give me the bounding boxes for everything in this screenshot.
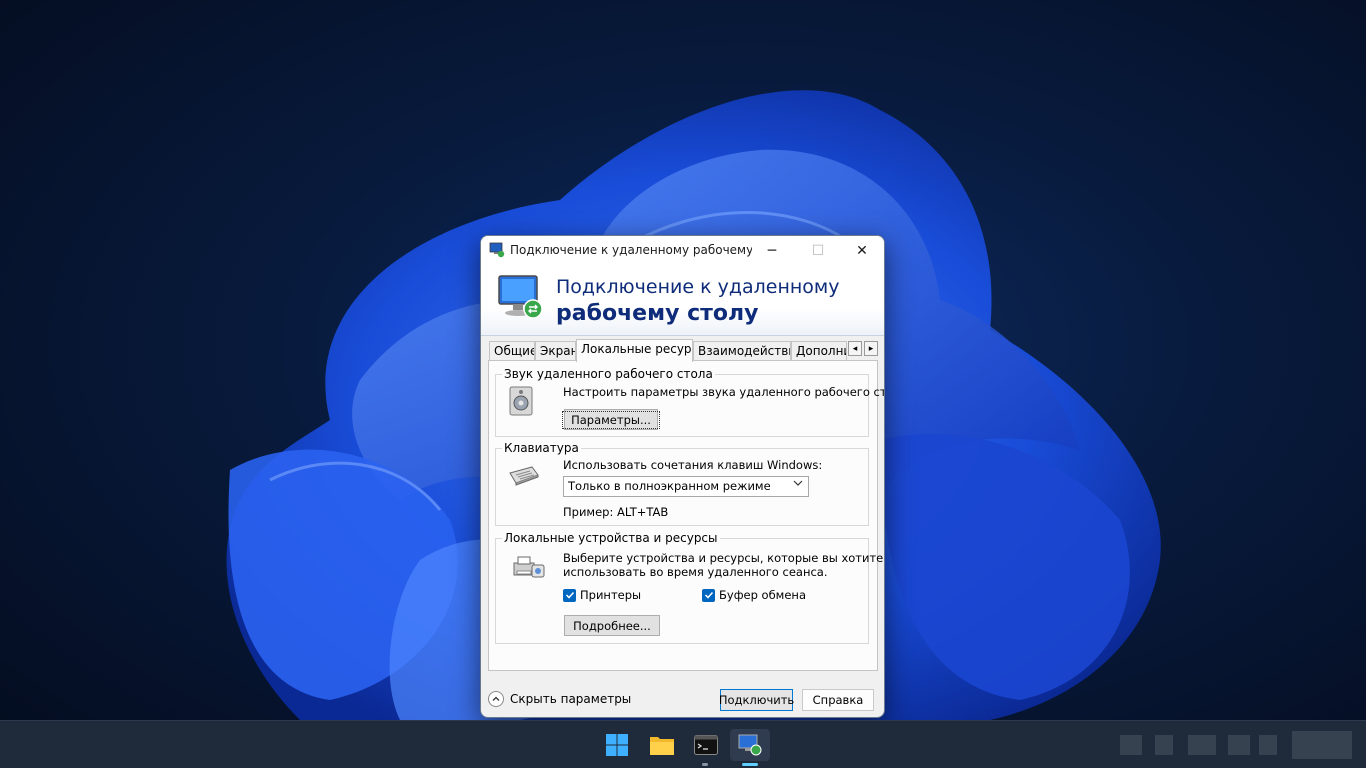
hide-options-toggle[interactable]: Скрыть параметры [488,691,631,707]
windows-start-icon[interactable] [597,729,637,761]
tab-scroll-left-button[interactable]: ◂ [848,341,862,356]
tray-icon[interactable] [1155,735,1173,755]
tab-scroll-right-button[interactable]: ▸ [864,341,878,356]
header-banner: Подключение к удаленному рабочему столу [481,266,884,336]
tab-advanced[interactable]: Дополнительно [791,341,847,361]
local-devices-description-line1: Выберите устройства и ресурсы, которые в… [563,551,884,565]
speaker-icon [506,385,538,420]
taskbar [0,720,1366,768]
local-devices-group: Локальные устройства и ресурсы Выберите … [495,531,883,644]
audio-description: Настроить параметры звука удаленного раб… [563,385,885,399]
tab-experience[interactable]: Взаимодействие [693,341,791,361]
local-devices-group-legend: Локальные устройства и ресурсы [502,531,720,545]
title-bar[interactable]: Подключение к удаленному рабочему сто...… [481,236,884,266]
keyboard-icon [508,465,540,490]
minimize-button[interactable]: ─ [749,236,795,266]
banner-title-line2: рабочему столу [556,301,759,326]
audio-group-legend: Звук удаленного рабочего стола [502,367,715,381]
remote-desktop-icon [489,242,505,258]
checkmark-icon [702,588,715,602]
tray-icon[interactable] [1259,735,1277,755]
hide-options-label: Скрыть параметры [510,692,632,706]
keyboard-group-legend: Клавиатура [502,441,581,455]
printers-label: Принтеры [580,588,642,602]
remote-desktop-connection-window: Подключение к удаленному рабочему сто...… [480,235,885,718]
more-devices-button[interactable]: Подробнее... [564,615,660,636]
chevron-up-icon [488,691,504,707]
terminal-running-indicator [702,763,708,766]
remote-desktop-taskbar-icon[interactable] [730,729,770,761]
tray-icon[interactable] [1228,735,1250,755]
window-title: Подключение к удаленному рабочему сто... [510,243,752,257]
close-button[interactable]: ✕ [839,236,884,266]
audio-settings-button-label: Параметры... [562,410,660,429]
tab-display[interactable]: Экран [535,341,576,361]
tab-local-resources[interactable]: Локальные ресурсы [576,339,693,362]
remote-desktop-monitor-icon [495,272,547,324]
audio-group: Звук удаленного рабочего стола Настроить… [495,367,884,437]
keyboard-example: Пример: ALT+TAB [563,505,669,519]
clipboard-label: Буфер обмена [719,588,807,602]
keyboard-description: Использовать сочетания клавиш Windows: [563,458,823,472]
tray-clock[interactable] [1292,731,1352,759]
banner-title-line1: Подключение к удаленному [556,276,840,298]
keyboard-group: Клавиатура Использовать сочетания клавиш… [495,441,869,526]
tab-general[interactable]: Общие [489,341,535,361]
keyboard-shortcuts-dropdown[interactable]: Только в полноэкранном режиме [563,476,809,497]
help-button[interactable]: Справка [802,689,874,711]
devices-icon [512,553,546,584]
printers-checkbox[interactable]: Принтеры [563,588,641,602]
maximize-button[interactable]: ☐ [795,236,841,266]
tab-strip: Общие Экран Локальные ресурсы Взаимодейс… [489,339,879,362]
audio-settings-button[interactable]: Параметры... [562,409,660,430]
local-devices-description-line2: использовать во время удаленного сеанса. [563,565,828,579]
terminal-icon[interactable] [686,729,726,761]
keyboard-shortcuts-selected: Только в полноэкранном режиме [568,479,771,493]
clipboard-checkbox[interactable]: Буфер обмена [702,588,806,602]
tray-icon[interactable] [1120,735,1142,755]
local-resources-panel: Звук удаленного рабочего стола Настроить… [488,360,884,671]
file-explorer-icon[interactable] [642,729,682,761]
remote-desktop-active-indicator [742,763,758,766]
tray-icon[interactable] [1188,735,1216,755]
chevron-down-icon [793,478,803,491]
checkmark-icon [563,588,576,602]
connect-button[interactable]: Подключить [719,689,794,711]
